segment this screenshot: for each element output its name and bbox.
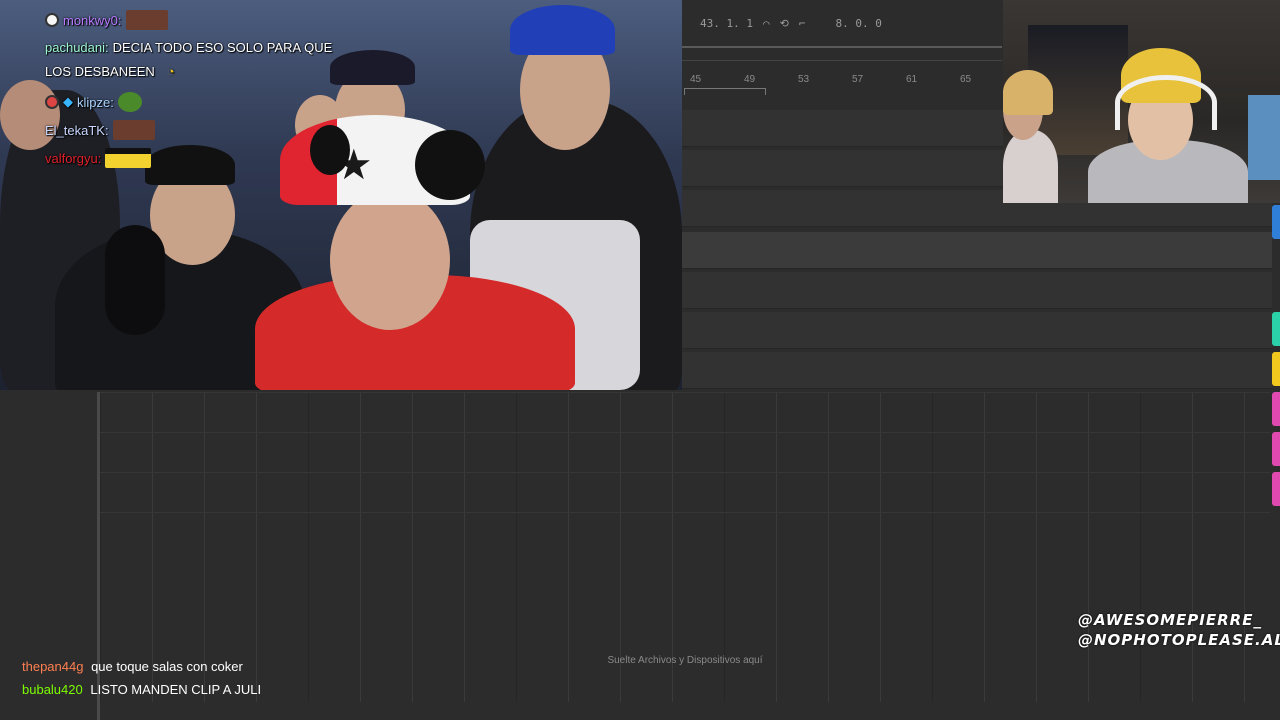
webcam-feed (1003, 0, 1280, 203)
chat-badge-icon (45, 95, 59, 109)
chat-message: bubalu420 LISTO MANDEN CLIP A JULI (22, 682, 261, 697)
grid-line (1036, 392, 1037, 702)
chat-text: que toque salas con coker (91, 659, 243, 674)
loop-brace[interactable] (684, 88, 766, 95)
chat-message: valforgyu: (45, 148, 152, 168)
follow-icon[interactable]: ⌒ (763, 17, 770, 30)
chat-message: pachudani: DECIA TODO ESO SOLO PARA QUE (45, 40, 332, 55)
bar-label: 65 (960, 74, 972, 85)
grid-line (1140, 392, 1141, 702)
grid-line (1088, 392, 1089, 702)
chat-username[interactable]: klipze: (77, 95, 114, 110)
headphones (310, 125, 350, 175)
track-color-tab[interactable] (1272, 312, 1280, 346)
minion-emote-icon (105, 148, 152, 168)
bar-label: 53 (798, 74, 810, 85)
grid-row-line (100, 432, 1270, 433)
grid-line (152, 392, 153, 702)
grid-line (204, 392, 205, 702)
bar-label: 45 (690, 74, 702, 85)
track-lane[interactable] (682, 352, 1272, 389)
chat-message: thepan44g que toque salas con coker (22, 659, 243, 674)
hair (1003, 70, 1053, 115)
grid-line (984, 392, 985, 702)
pepe-emote-icon (117, 92, 142, 112)
punch-icon[interactable]: ⌐ (799, 17, 806, 30)
chat-text: LISTO MANDEN CLIP A JULI (90, 682, 262, 697)
grid-line (516, 392, 517, 702)
blue-cap (510, 5, 615, 55)
chat-text: DECIA TODO ESO SOLO PARA QUE (112, 40, 333, 55)
chat-message: monkwy0: (45, 10, 168, 30)
grid-line (932, 392, 933, 702)
drop-files-hint: Suelte Archivos y Dispositivos aquí (607, 655, 763, 666)
chat-username[interactable]: El_tekaTK: (45, 123, 109, 138)
microphone (105, 225, 165, 335)
credit-handle: @NOPHOTOPLEASE.ALS (1078, 631, 1280, 649)
chat-username[interactable]: pachudani: (45, 40, 109, 55)
small-emote-icon: ◔ (166, 64, 175, 79)
grid-line (360, 392, 361, 702)
grid-row-line (100, 512, 1270, 513)
grid-line (464, 392, 465, 702)
ruler-divider-secondary (682, 60, 1002, 61)
grid-line (880, 392, 881, 702)
stream-video: ★ monkwy0: pachudani: DECIA TODO ESO SOL… (0, 0, 682, 390)
transport-loop-end[interactable]: 8. 0. 0 (835, 17, 881, 30)
headphones-white (1115, 75, 1217, 130)
track-lane-selected[interactable] (682, 232, 1272, 269)
grid-line (1192, 392, 1193, 702)
grid-row-line (100, 392, 1270, 393)
chat-username[interactable]: monkwy0: (63, 13, 122, 28)
track-lane[interactable] (682, 312, 1272, 349)
monitor (1248, 95, 1280, 180)
grid-line (100, 392, 101, 702)
bar-label: 57 (852, 74, 864, 85)
chat-message: LOS DESBANEEN ◔ (45, 64, 175, 79)
bar-label: 49 (744, 74, 756, 85)
face-emote-icon (112, 120, 155, 140)
credits-overlay: @AWESOMEPIERRE_ @NOPHOTOPLEASE.ALS (1078, 610, 1280, 650)
black-cap (145, 145, 235, 185)
chat-text: LOS DESBANEEN (45, 64, 155, 79)
headphones (415, 130, 485, 200)
chat-username[interactable]: valforgyu: (45, 151, 101, 166)
track-color-tab[interactable] (1272, 472, 1280, 506)
grid-line (412, 392, 413, 702)
chat-message: El_tekaTK: (45, 120, 155, 140)
grid-line (1244, 392, 1245, 702)
credit-handle: @AWESOMEPIERRE_ (1078, 611, 1262, 629)
chat-username[interactable]: thepan44g (22, 659, 83, 674)
track-color-tab[interactable] (1272, 392, 1280, 426)
face-emote-icon (125, 10, 168, 30)
bar-label: 61 (906, 74, 918, 85)
grid-row-line (100, 472, 1270, 473)
chat-message: ◆ klipze: (45, 92, 142, 112)
diamond-badge-icon: ◆ (63, 94, 73, 109)
grid-line (256, 392, 257, 702)
transport-bar: 43. 1. 1 ⌒ ⟲ ⌐ 8. 0. 0 (700, 12, 1000, 34)
loop-icon[interactable]: ⟲ (780, 17, 789, 30)
chat-badge-icon (45, 13, 59, 27)
track-color-tab[interactable] (1272, 352, 1280, 386)
grid-line (308, 392, 309, 702)
track-lane[interactable] (682, 272, 1272, 309)
dark-cap (330, 50, 415, 85)
track-color-tab[interactable] (1272, 432, 1280, 466)
face (330, 190, 450, 330)
person-left-cam (1003, 130, 1058, 203)
chat-username[interactable]: bubalu420 (22, 682, 83, 697)
transport-position[interactable]: 43. 1. 1 (700, 17, 753, 30)
track-color-tab[interactable] (1272, 205, 1280, 239)
ruler-divider (682, 46, 1002, 48)
